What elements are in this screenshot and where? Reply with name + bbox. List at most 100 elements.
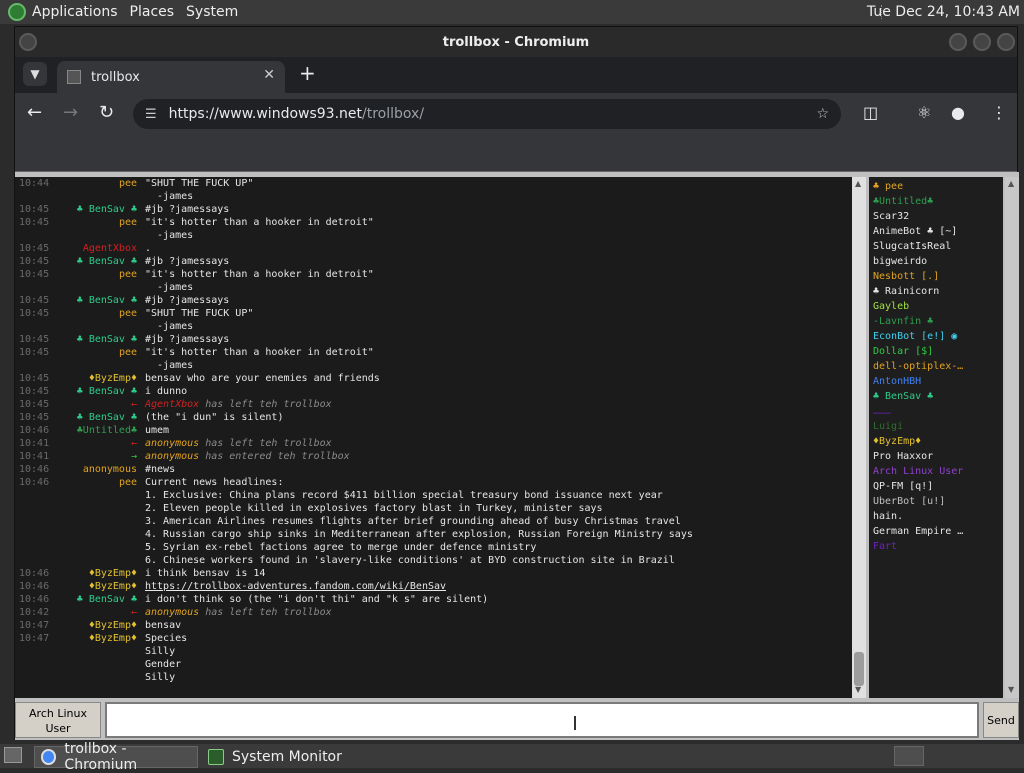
new-tab-button[interactable]: +	[299, 63, 316, 83]
message-nick[interactable]: ♣ BenSav ♣	[55, 593, 145, 606]
user-list-item[interactable]: EconBot [e!] ◉	[873, 329, 1003, 344]
distro-logo-icon[interactable]	[8, 3, 26, 21]
message-nick[interactable]	[55, 658, 145, 671]
tab-search-button[interactable]: ▼	[23, 62, 47, 86]
message-nick[interactable]: pee	[55, 268, 145, 281]
menu-kebab-icon[interactable]: ⋮	[991, 103, 1007, 122]
message-text[interactable]: https://trollbox-adventures.fandom.com/w…	[145, 580, 852, 593]
user-list-item[interactable]: bigweirdo	[873, 254, 1003, 269]
user-list-item[interactable]: UberBot [u!]	[873, 494, 1003, 509]
message-nick[interactable]: ♦ByzEmp♦	[55, 580, 145, 593]
message-nick[interactable]	[55, 502, 145, 515]
user-list-item[interactable]: ♣ pee	[873, 179, 1003, 194]
window-menu-button[interactable]	[19, 33, 37, 51]
message-nick[interactable]: ♣ BenSav ♣	[55, 294, 145, 307]
message-nick[interactable]	[55, 515, 145, 528]
tray-chromium-icon[interactable]	[894, 746, 924, 766]
user-list-item[interactable]: Scar32	[873, 209, 1003, 224]
user-list-item[interactable]: Dollar [$]	[873, 344, 1003, 359]
user-list-item[interactable]: ♣ BenSav ♣	[873, 389, 1003, 404]
user-list-item[interactable]: hain.	[873, 509, 1003, 524]
taskbar-item-chromium[interactable]: trollbox - Chromium	[34, 741, 198, 773]
system-menu[interactable]: System	[180, 4, 244, 20]
close-tab-icon[interactable]: ✕	[263, 67, 275, 83]
reload-icon[interactable]: ↻	[99, 103, 114, 123]
message-nick[interactable]: ←	[55, 398, 145, 411]
message-nick[interactable]: ←	[55, 606, 145, 619]
message-nick[interactable]: pee	[55, 307, 145, 320]
back-icon[interactable]: ←	[27, 103, 42, 123]
site-info-icon[interactable]: ☰	[145, 107, 157, 122]
message-nick[interactable]	[55, 359, 145, 372]
user-list-item[interactable]: -Lavnfin ♣	[873, 314, 1003, 329]
scroll-up-icon[interactable]: ▲	[855, 179, 861, 188]
message-nick[interactable]: ♣ BenSav ♣	[55, 385, 145, 398]
window-titlebar[interactable]: trollbox - Chromium	[15, 27, 1017, 57]
user-list-item[interactable]: ♦ByzEmp♦	[873, 434, 1003, 449]
users-scroll-up-icon[interactable]: ▲	[1008, 179, 1014, 188]
tab-trollbox[interactable]: trollbox ✕	[57, 61, 285, 93]
scroll-down-icon[interactable]: ▼	[855, 685, 861, 694]
message-nick[interactable]: pee	[55, 216, 145, 229]
users-scroll-down-icon[interactable]: ▼	[1008, 685, 1014, 694]
bookmark-star-icon[interactable]: ☆	[816, 106, 829, 122]
show-desktop-icon[interactable]	[4, 747, 22, 763]
profile-icon[interactable]: ●	[951, 103, 965, 122]
places-menu[interactable]: Places	[124, 4, 181, 20]
close-window-button[interactable]	[997, 33, 1015, 51]
message-nick[interactable]: ♣ BenSav ♣	[55, 255, 145, 268]
message-nick[interactable]: ♣ BenSav ♣	[55, 411, 145, 424]
user-list-item[interactable]: Gayleb	[873, 299, 1003, 314]
user-list-item[interactable]: Pro Haxxor	[873, 449, 1003, 464]
message-nick[interactable]	[55, 190, 145, 203]
message-nick[interactable]: ♦ByzEmp♦	[55, 567, 145, 580]
message-nick[interactable]: ♦ByzEmp♦	[55, 632, 145, 645]
message-nick[interactable]: ♦ByzEmp♦	[55, 372, 145, 385]
message-nick[interactable]: ♦ByzEmp♦	[55, 619, 145, 632]
send-button[interactable]: Send	[983, 702, 1019, 738]
clock[interactable]: Tue Dec 24, 10:43 AM	[867, 4, 1020, 20]
message-nick[interactable]: AgentXbox	[55, 242, 145, 255]
user-list-item[interactable]: AntonHBH	[873, 374, 1003, 389]
user-list-item[interactable]: SlugcatIsReal	[873, 239, 1003, 254]
user-list-item[interactable]: Arch Linux User	[873, 464, 1003, 479]
message-nick[interactable]: pee	[55, 177, 145, 190]
message-nick[interactable]	[55, 320, 145, 333]
message-nick[interactable]	[55, 554, 145, 567]
message-nick[interactable]: pee	[55, 476, 145, 489]
user-list-item[interactable]: Luigi	[873, 419, 1003, 434]
user-list-item[interactable]: dell-optiplex-…	[873, 359, 1003, 374]
user-list-item[interactable]: ♣Untitled♣	[873, 194, 1003, 209]
message-nick[interactable]: pee	[55, 346, 145, 359]
message-nick[interactable]	[55, 645, 145, 658]
taskbar-item-system-monitor[interactable]: System Monitor	[202, 746, 382, 768]
chat-log[interactable]: 10:44 pee "SHUT THE FUCK UP" -james 10:45 ♣ …	[15, 177, 852, 698]
chat-scrollbar[interactable]: ▲ ▼	[852, 177, 866, 698]
message-nick[interactable]	[55, 671, 145, 684]
message-nick[interactable]	[55, 281, 145, 294]
message-nick[interactable]	[55, 528, 145, 541]
user-list-item[interactable]: ♣ Rainicorn	[873, 284, 1003, 299]
user-list-item[interactable]: Nesbott [.]	[873, 269, 1003, 284]
labs-flask-icon[interactable]: ⚛	[917, 103, 931, 122]
forward-icon[interactable]: →	[63, 103, 78, 123]
user-list-item[interactable]: AnimeBot ♣ [~]	[873, 224, 1003, 239]
extensions-icon[interactable]: ◫	[863, 103, 878, 122]
nickname-button[interactable]: Arch Linux User	[15, 702, 101, 738]
message-nick[interactable]	[55, 489, 145, 502]
user-list-item[interactable]: ………	[873, 404, 1003, 419]
message-nick[interactable]: ♣ BenSav ♣	[55, 203, 145, 216]
applications-menu[interactable]: Applications	[26, 4, 124, 20]
maximize-button[interactable]	[973, 33, 991, 51]
message-nick[interactable]	[55, 229, 145, 242]
message-nick[interactable]: ♣Untitled♣	[55, 424, 145, 437]
message-nick[interactable]	[55, 541, 145, 554]
message-input[interactable]	[105, 702, 979, 738]
message-nick[interactable]: ←	[55, 437, 145, 450]
user-list-scrollbar[interactable]: ▲ ▼	[1005, 177, 1019, 698]
user-list-item[interactable]: QP-FM [q!]	[873, 479, 1003, 494]
user-list-item[interactable]: Fart	[873, 539, 1003, 554]
address-bar[interactable]: ☰ https://www.windows93.net/trollbox/ ☆	[133, 99, 841, 129]
minimize-button[interactable]	[949, 33, 967, 51]
user-list-item[interactable]: German Empire …	[873, 524, 1003, 539]
